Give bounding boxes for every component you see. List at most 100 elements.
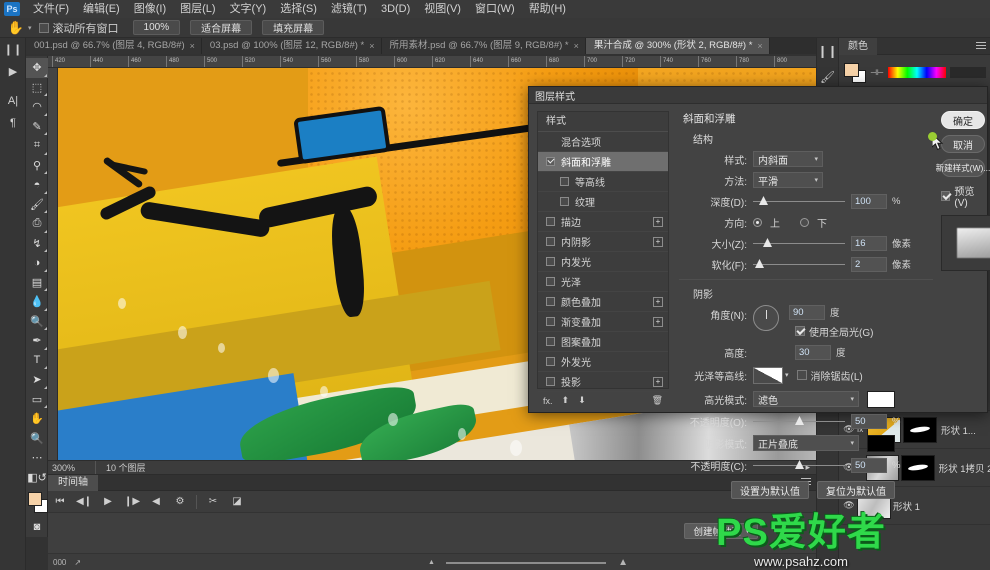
shadow-blend-mode-select[interactable]: 正片叠底 ▾ (753, 435, 859, 451)
create-frame-animation-button[interactable]: 创建帧动画 ▾ (684, 523, 758, 539)
menu-item-10[interactable]: 帮助(H) (522, 0, 573, 18)
panel-menu-icon[interactable] (976, 42, 986, 51)
fx-icon[interactable]: fx. (543, 396, 553, 406)
add-effect-icon[interactable]: + (653, 317, 663, 327)
move-down-icon[interactable]: ⬇ (578, 395, 586, 406)
cancel-button[interactable]: 取消 (941, 135, 985, 153)
highlight-color-swatch[interactable] (867, 391, 895, 408)
document-tab-2[interactable]: 所用素材.psd @ 66.7% (图层 9, RGB/8#) *× (382, 38, 586, 54)
add-effect-icon[interactable]: + (653, 377, 663, 387)
angle-value-field[interactable]: 90 (789, 305, 825, 320)
fit-screen-button[interactable]: 适合屏幕 (190, 20, 252, 35)
set-as-default-button[interactable]: 设置为默认值 (731, 481, 809, 499)
quick-selection-tool-icon[interactable]: ✎ (26, 117, 48, 137)
style-item-checkbox[interactable] (546, 297, 555, 306)
previous-frame-icon[interactable]: ◀❙ (72, 491, 96, 513)
preview-checkbox[interactable]: 预览(V) (941, 183, 985, 209)
style-item-9[interactable]: 渐变叠加+ (538, 312, 668, 332)
brush-tool-icon[interactable]: 🖌 (26, 195, 48, 215)
shadow-color-swatch[interactable] (867, 435, 895, 452)
audio-icon[interactable]: ◀ (144, 491, 168, 513)
fill-screen-button[interactable]: 填充屏幕 (262, 20, 324, 35)
quick-mask-icon[interactable]: ◙ (26, 517, 48, 537)
style-item-0[interactable]: 混合选项 (538, 132, 668, 152)
gloss-contour-swatch[interactable] (753, 367, 783, 384)
use-global-light-checkbox[interactable]: 使用全局光(G) (795, 324, 873, 339)
new-style-button[interactable]: 新建样式(W)... (941, 159, 985, 177)
zoom-tool-icon[interactable]: 🔍 (26, 429, 48, 449)
go-to-first-frame-icon[interactable]: ⏮ (48, 491, 72, 513)
foreground-swatch[interactable] (28, 492, 42, 506)
style-item-6[interactable]: 内发光 (538, 252, 668, 272)
document-tab-3[interactable]: 果汁合成 @ 300% (形状 2, RGB/8#) *× (586, 38, 770, 54)
close-icon[interactable]: × (369, 38, 374, 54)
scissors-icon[interactable]: ✂ (201, 491, 225, 513)
blur-tool-icon[interactable]: 💧 (26, 292, 48, 312)
style-item-checkbox[interactable] (546, 317, 555, 326)
move-tool-icon[interactable]: ✥ (26, 58, 48, 78)
tab-timeline[interactable]: 时间轴 (48, 475, 98, 491)
menu-item-4[interactable]: 文字(Y) (223, 0, 274, 18)
lasso-tool-icon[interactable]: ◠ (26, 97, 48, 117)
character-panel-icon[interactable]: A| (0, 90, 26, 112)
direction-up-radio[interactable]: 上 (753, 215, 780, 230)
style-item-checkbox[interactable] (560, 197, 569, 206)
shadow-opacity-slider[interactable] (753, 458, 845, 472)
chevron-down-icon[interactable]: ▾ (785, 371, 789, 379)
move-up-icon[interactable]: ⬆ (562, 395, 570, 406)
color-k-field[interactable] (950, 67, 986, 78)
scroll-all-windows-checkbox[interactable]: 滚动所有窗口 (39, 20, 119, 36)
depth-value-field[interactable]: 100 (851, 194, 887, 209)
reset-to-default-button[interactable]: 复位为默认值 (817, 481, 895, 499)
play-icon[interactable]: ▶ (96, 491, 120, 513)
add-effect-icon[interactable]: + (653, 217, 663, 227)
style-item-checkbox[interactable] (546, 257, 555, 266)
menu-item-5[interactable]: 选择(S) (273, 0, 324, 18)
trash-icon[interactable]: 🗑 (652, 395, 663, 406)
panel-collapse-icon[interactable]: ❙❙ (0, 38, 26, 60)
gradient-tool-icon[interactable]: ▤ (26, 273, 48, 293)
ok-button[interactable]: 确定 (941, 111, 985, 129)
next-frame-icon[interactable]: ❙▶ (120, 491, 144, 513)
play-icon[interactable]: ▶ (0, 60, 26, 82)
pen-tool-icon[interactable]: ✒ (26, 331, 48, 351)
style-item-checkbox[interactable] (560, 177, 569, 186)
soften-slider[interactable] (753, 257, 845, 271)
close-icon[interactable]: × (574, 38, 579, 54)
marquee-tool-icon[interactable]: ⬚ (26, 78, 48, 98)
tool-preset-chevron-icon[interactable]: ▾ (28, 24, 32, 32)
color-swatches[interactable] (26, 491, 47, 517)
style-item-5[interactable]: 内阴影+ (538, 232, 668, 252)
settings-gear-icon[interactable]: ⚙ (168, 491, 192, 513)
menu-item-6[interactable]: 滤镜(T) (324, 0, 374, 18)
style-item-checkbox[interactable] (546, 337, 555, 346)
style-item-checkbox[interactable] (546, 237, 555, 246)
hand-tool-icon-box[interactable]: ✋ (26, 409, 48, 429)
menu-item-1[interactable]: 编辑(E) (76, 0, 127, 18)
style-item-1[interactable]: 斜面和浮雕 (538, 152, 668, 172)
document-tab-1[interactable]: 03.psd @ 100% (图层 12, RGB/8#) *× (202, 38, 382, 54)
close-icon[interactable]: × (757, 38, 762, 54)
clone-stamp-tool-icon[interactable]: ⎙ (26, 214, 48, 234)
style-item-2[interactable]: 等高线 (538, 172, 668, 192)
eraser-tool-icon[interactable]: ◑ (26, 253, 48, 273)
type-tool-icon[interactable]: T (26, 351, 48, 371)
highlight-blend-mode-select[interactable]: 滤色 ▾ (753, 391, 859, 407)
menu-item-9[interactable]: 窗口(W) (468, 0, 522, 18)
style-item-8[interactable]: 颜色叠加+ (538, 292, 668, 312)
menu-item-2[interactable]: 图像(I) (127, 0, 173, 18)
hand-tool-icon[interactable]: ✋ (6, 19, 26, 37)
soften-value-field[interactable]: 2 (851, 257, 887, 272)
crop-tool-icon[interactable]: ⌗ (26, 136, 48, 156)
anti-alias-checkbox[interactable]: 消除锯齿(L) (797, 368, 863, 383)
style-item-4[interactable]: 描边+ (538, 212, 668, 232)
bevel-style-select[interactable]: 内斜面 ▾ (753, 151, 823, 167)
style-item-7[interactable]: 光泽 (538, 272, 668, 292)
color-swatch-pair[interactable] (844, 63, 866, 83)
transition-icon[interactable]: ◪ (225, 491, 249, 513)
style-item-checkbox[interactable] (546, 357, 555, 366)
menu-item-8[interactable]: 视图(V) (417, 0, 468, 18)
style-item-checkbox[interactable] (546, 157, 555, 166)
edit-toolbar-icon[interactable]: ◧↺ (26, 468, 48, 488)
rectangle-tool-icon[interactable]: ▭ (26, 390, 48, 410)
